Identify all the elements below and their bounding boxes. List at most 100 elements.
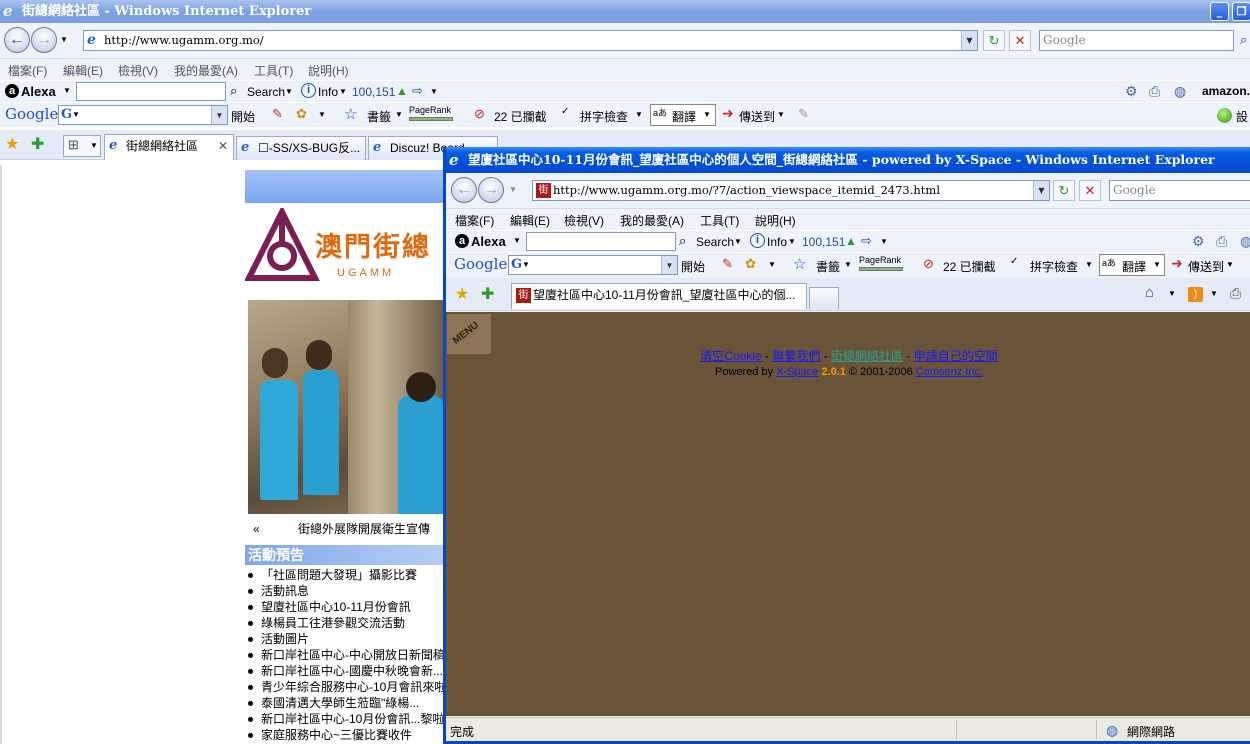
list-item[interactable]: 活動訊息 (246, 583, 444, 599)
google-dropdown-icon[interactable]: ▼ (211, 106, 227, 124)
photo-caption[interactable]: 街總外展隊開展衛生宣傳 (298, 520, 430, 537)
comsenz-link[interactable]: Comsenz Inc. (916, 366, 983, 378)
history-dropdown-icon[interactable]: ▼ (509, 185, 517, 194)
site-logo[interactable]: 澳門街總 UGAMM (245, 203, 445, 293)
url-dropdown-icon[interactable]: ▼ (1033, 181, 1049, 200)
menu-file[interactable]: 檔案(F) (8, 62, 47, 79)
list-item[interactable]: 望廈社區中心10-11月份會訊 (246, 599, 444, 615)
contact-us-link[interactable]: 聯繫我們 (772, 349, 820, 363)
menu-file[interactable]: 檔案(F) (455, 212, 494, 229)
send-dropdown-icon[interactable]: ▼ (1226, 260, 1234, 269)
settings-icon[interactable]: ⚙ (1125, 83, 1138, 100)
translate-button[interactable]: 翻譯 (1122, 258, 1146, 275)
clear-cookie-link[interactable]: 清空Cookie (700, 349, 761, 363)
add-favorite-icon[interactable]: ✚ (31, 134, 44, 154)
main-search-input[interactable]: Google (1039, 30, 1234, 51)
alexa-search-input[interactable] (526, 232, 676, 251)
send-to-icon[interactable]: ➜ (722, 105, 734, 122)
list-item[interactable]: 新口岸社區中心-中心開放日新聞稿 (246, 647, 444, 663)
home-dropdown-icon[interactable]: ▼ (1168, 289, 1176, 298)
list-item[interactable]: 綠楊員工往港參觀交流活動 (246, 615, 444, 631)
star-icon[interactable]: ☆ (793, 255, 806, 273)
info-dropdown-icon[interactable]: ▼ (339, 87, 347, 96)
featured-photo[interactable] (248, 300, 444, 514)
bookmarks-dropdown-icon[interactable]: ▼ (844, 260, 852, 269)
print-icon[interactable]: ⎙ (1149, 83, 1160, 100)
pencil-icon[interactable]: ✎ (798, 106, 809, 122)
menu-view[interactable]: 檢視(V) (118, 62, 158, 79)
menu-edit[interactable]: 編輯(E) (510, 212, 550, 229)
list-item[interactable]: 家庭服務中心~三優比賽收件 (246, 727, 444, 743)
popup-blocker-icon[interactable]: ⊘ (923, 256, 934, 272)
menu-tools[interactable]: 工具(T) (700, 212, 739, 229)
previous-photo-arrow[interactable]: « (253, 522, 260, 536)
menu-help[interactable]: 說明(H) (755, 212, 796, 229)
popup-blocked-count[interactable]: 22 已攔截 (943, 258, 996, 275)
refresh-button[interactable]: ↻ (1053, 180, 1075, 201)
related-links-icon[interactable]: ⇨ (412, 83, 423, 99)
star-icon[interactable]: ☆ (344, 105, 357, 123)
refresh-button[interactable]: ↻ (983, 30, 1005, 51)
alexa-search-input[interactable] (76, 82, 226, 101)
settings-icon[interactable]: ⚙ (1192, 233, 1205, 250)
google-search-input[interactable]: G ▼ ▼ (58, 105, 228, 125)
tab-ugamm-home[interactable]: e 街總網絡社區 ✕ (104, 134, 234, 160)
spellcheck-button[interactable]: 拼字檢查 (1030, 258, 1078, 275)
menu-help[interactable]: 說明(H) (308, 62, 349, 79)
tab-popup-page[interactable]: 街 望廈社區中心10-11月份會訊_望廈社區中心的個... (511, 283, 807, 309)
search-icon[interactable]: ⌕ (1240, 32, 1247, 48)
popup-search-input[interactable]: Google (1109, 180, 1250, 201)
list-item[interactable]: 新口岸社區中心-國慶中秋晚會新... (246, 663, 444, 679)
alexa-dropdown-icon[interactable]: ▼ (63, 86, 71, 95)
related-links-icon[interactable]: ⇨ (861, 233, 872, 249)
print-icon[interactable]: ⎙ (1230, 285, 1241, 302)
info-dropdown-icon[interactable]: ▼ (788, 237, 796, 246)
rss-feed-icon[interactable]: ) (1188, 287, 1203, 302)
alexa-info-button[interactable]: Info (318, 85, 338, 99)
popup-url-input[interactable]: 街 http://www.ugamm.org.mo/?7/action_view… (532, 180, 1050, 201)
feed-dropdown-icon[interactable]: ▼ (1210, 289, 1218, 298)
send-dropdown-icon[interactable]: ▼ (777, 110, 785, 119)
alexa-search-button[interactable]: Search (247, 85, 285, 99)
send-to-button[interactable]: 傳送到 (739, 108, 775, 125)
xspace-link[interactable]: X-Space (776, 366, 818, 378)
translate-dropdown-icon[interactable]: ▼ (1153, 260, 1161, 269)
tab-ss-xs-bug[interactable]: e ☐-SS/XS-BUG反... (236, 136, 366, 160)
list-item[interactable]: 新口岸社區中心-10月份會訊...黎啦 (246, 711, 444, 727)
home-icon[interactable]: ⌂ (1145, 284, 1154, 301)
bookmarks-button[interactable]: 書籤 (367, 108, 391, 125)
menu-favorites[interactable]: 我的最愛(A) (174, 62, 238, 79)
list-item[interactable]: 泰國清邁大學師生蒞臨"綠楊... (246, 695, 444, 711)
forward-button[interactable]: → (31, 27, 57, 53)
google-search-input[interactable]: G ▼ ▼ (508, 255, 678, 275)
list-item[interactable]: 青少年綜合服務中心-10月會訊來啦 (246, 679, 444, 695)
send-to-icon[interactable]: ➜ (1171, 255, 1183, 272)
google-dropdown-icon[interactable]: ▼ (661, 256, 677, 274)
google-apps-icon[interactable]: ✿ (745, 256, 756, 272)
list-item[interactable]: 「社區問題大發現」攝影比賽 (246, 567, 444, 583)
bookmarks-dropdown-icon[interactable]: ▼ (395, 110, 403, 119)
add-favorite-icon[interactable]: ✚ (481, 284, 494, 304)
maximize-button[interactable]: ❐ (1232, 2, 1250, 21)
alexa-search-button[interactable]: Search (696, 235, 734, 249)
apps-dropdown-icon[interactable]: ▼ (768, 260, 776, 269)
send-to-button[interactable]: 傳送到 (1188, 258, 1224, 275)
spellcheck-button[interactable]: 拼字檢查 (580, 108, 628, 125)
spell-dropdown-icon[interactable]: ▼ (635, 110, 643, 119)
print-icon[interactable]: ⎙ (1216, 233, 1227, 250)
forward-button[interactable]: → (478, 177, 504, 203)
community-site-link[interactable]: 街總網絡社區 (831, 349, 903, 363)
spellcheck-icon[interactable]: ✓ (1010, 256, 1018, 267)
back-button[interactable]: ← (4, 27, 30, 53)
close-tab-icon[interactable]: ✕ (218, 135, 228, 157)
bookmarks-button[interactable]: 書籤 (816, 258, 840, 275)
globe-icon[interactable]: ◍ (1174, 83, 1186, 100)
back-button[interactable]: ← (451, 177, 477, 203)
popup-blocker-icon[interactable]: ⊘ (474, 106, 485, 122)
status-green-icon[interactable] (1217, 108, 1232, 123)
popup-blocked-count[interactable]: 22 已攔截 (494, 108, 547, 125)
menu-favorites[interactable]: 我的最愛(A) (620, 212, 684, 229)
links-dropdown-icon[interactable]: ▼ (430, 87, 438, 96)
amazon-logo[interactable]: amazon.c (1202, 84, 1250, 98)
links-dropdown-icon[interactable]: ▼ (880, 237, 888, 246)
